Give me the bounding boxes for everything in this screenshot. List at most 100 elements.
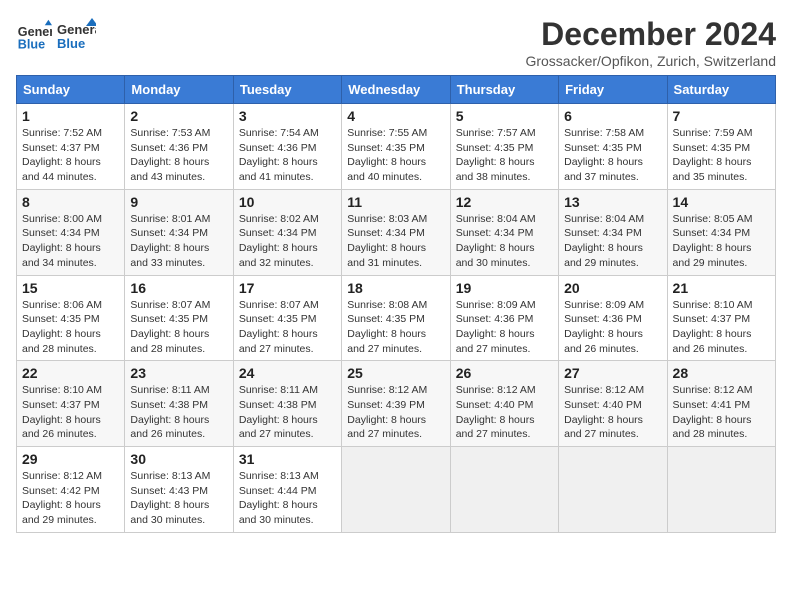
calendar-week-row: 1 Sunrise: 7:52 AM Sunset: 4:37 PM Dayli… [17, 104, 776, 190]
day-number: 13 [564, 194, 661, 210]
day-info: Sunrise: 8:12 AM Sunset: 4:40 PM Dayligh… [456, 383, 553, 442]
day-number: 7 [673, 108, 770, 124]
day-number: 21 [673, 280, 770, 296]
day-number: 28 [673, 365, 770, 381]
calendar-week-row: 29 Sunrise: 8:12 AM Sunset: 4:42 PM Dayl… [17, 447, 776, 533]
day-number: 11 [347, 194, 444, 210]
location-subtitle: Grossacker/Opfikon, Zurich, Switzerland [525, 53, 776, 69]
calendar-cell: 20 Sunrise: 8:09 AM Sunset: 4:36 PM Dayl… [559, 275, 667, 361]
calendar-header-thursday: Thursday [450, 76, 558, 104]
calendar-cell: 2 Sunrise: 7:53 AM Sunset: 4:36 PM Dayli… [125, 104, 233, 190]
calendar-cell: 14 Sunrise: 8:05 AM Sunset: 4:34 PM Dayl… [667, 189, 775, 275]
calendar-cell: 16 Sunrise: 8:07 AM Sunset: 4:35 PM Dayl… [125, 275, 233, 361]
calendar-header-tuesday: Tuesday [233, 76, 341, 104]
calendar-cell [450, 447, 558, 533]
calendar-cell: 11 Sunrise: 8:03 AM Sunset: 4:34 PM Dayl… [342, 189, 450, 275]
day-info: Sunrise: 8:12 AM Sunset: 4:42 PM Dayligh… [22, 469, 119, 528]
day-info: Sunrise: 8:09 AM Sunset: 4:36 PM Dayligh… [456, 298, 553, 357]
calendar-cell: 3 Sunrise: 7:54 AM Sunset: 4:36 PM Dayli… [233, 104, 341, 190]
logo-icon: General Blue [16, 18, 52, 54]
day-info: Sunrise: 8:03 AM Sunset: 4:34 PM Dayligh… [347, 212, 444, 271]
calendar-cell: 22 Sunrise: 8:10 AM Sunset: 4:37 PM Dayl… [17, 361, 125, 447]
day-info: Sunrise: 7:58 AM Sunset: 4:35 PM Dayligh… [564, 126, 661, 185]
calendar-cell: 29 Sunrise: 8:12 AM Sunset: 4:42 PM Dayl… [17, 447, 125, 533]
calendar-cell: 26 Sunrise: 8:12 AM Sunset: 4:40 PM Dayl… [450, 361, 558, 447]
day-info: Sunrise: 8:12 AM Sunset: 4:39 PM Dayligh… [347, 383, 444, 442]
month-title: December 2024 [525, 16, 776, 53]
day-number: 10 [239, 194, 336, 210]
day-number: 26 [456, 365, 553, 381]
calendar-cell: 15 Sunrise: 8:06 AM Sunset: 4:35 PM Dayl… [17, 275, 125, 361]
calendar-header-row: SundayMondayTuesdayWednesdayThursdayFrid… [17, 76, 776, 104]
day-info: Sunrise: 8:07 AM Sunset: 4:35 PM Dayligh… [239, 298, 336, 357]
day-number: 31 [239, 451, 336, 467]
calendar-cell: 4 Sunrise: 7:55 AM Sunset: 4:35 PM Dayli… [342, 104, 450, 190]
calendar-cell: 13 Sunrise: 8:04 AM Sunset: 4:34 PM Dayl… [559, 189, 667, 275]
day-info: Sunrise: 8:00 AM Sunset: 4:34 PM Dayligh… [22, 212, 119, 271]
day-number: 2 [130, 108, 227, 124]
calendar-cell: 27 Sunrise: 8:12 AM Sunset: 4:40 PM Dayl… [559, 361, 667, 447]
day-number: 1 [22, 108, 119, 124]
day-info: Sunrise: 8:12 AM Sunset: 4:41 PM Dayligh… [673, 383, 770, 442]
calendar-body: 1 Sunrise: 7:52 AM Sunset: 4:37 PM Dayli… [17, 104, 776, 533]
calendar-cell [342, 447, 450, 533]
day-number: 15 [22, 280, 119, 296]
calendar-cell [667, 447, 775, 533]
calendar-cell: 7 Sunrise: 7:59 AM Sunset: 4:35 PM Dayli… [667, 104, 775, 190]
day-number: 6 [564, 108, 661, 124]
day-number: 3 [239, 108, 336, 124]
day-info: Sunrise: 8:07 AM Sunset: 4:35 PM Dayligh… [130, 298, 227, 357]
day-number: 14 [673, 194, 770, 210]
day-number: 23 [130, 365, 227, 381]
calendar-cell: 9 Sunrise: 8:01 AM Sunset: 4:34 PM Dayli… [125, 189, 233, 275]
day-number: 24 [239, 365, 336, 381]
calendar-cell: 18 Sunrise: 8:08 AM Sunset: 4:35 PM Dayl… [342, 275, 450, 361]
day-info: Sunrise: 7:59 AM Sunset: 4:35 PM Dayligh… [673, 126, 770, 185]
day-number: 29 [22, 451, 119, 467]
day-number: 25 [347, 365, 444, 381]
page-header: General Blue General Blue December 2024 … [16, 16, 776, 69]
day-number: 17 [239, 280, 336, 296]
calendar-cell: 23 Sunrise: 8:11 AM Sunset: 4:38 PM Dayl… [125, 361, 233, 447]
calendar-header-sunday: Sunday [17, 76, 125, 104]
day-number: 5 [456, 108, 553, 124]
calendar-week-row: 22 Sunrise: 8:10 AM Sunset: 4:37 PM Dayl… [17, 361, 776, 447]
calendar-cell: 17 Sunrise: 8:07 AM Sunset: 4:35 PM Dayl… [233, 275, 341, 361]
day-info: Sunrise: 8:04 AM Sunset: 4:34 PM Dayligh… [564, 212, 661, 271]
svg-text:Blue: Blue [18, 38, 45, 52]
day-info: Sunrise: 8:05 AM Sunset: 4:34 PM Dayligh… [673, 212, 770, 271]
calendar-week-row: 8 Sunrise: 8:00 AM Sunset: 4:34 PM Dayli… [17, 189, 776, 275]
calendar-table: SundayMondayTuesdayWednesdayThursdayFrid… [16, 75, 776, 533]
day-info: Sunrise: 7:54 AM Sunset: 4:36 PM Dayligh… [239, 126, 336, 185]
calendar-header-saturday: Saturday [667, 76, 775, 104]
day-info: Sunrise: 7:57 AM Sunset: 4:35 PM Dayligh… [456, 126, 553, 185]
day-number: 20 [564, 280, 661, 296]
day-info: Sunrise: 8:11 AM Sunset: 4:38 PM Dayligh… [239, 383, 336, 442]
calendar-cell: 19 Sunrise: 8:09 AM Sunset: 4:36 PM Dayl… [450, 275, 558, 361]
day-info: Sunrise: 8:11 AM Sunset: 4:38 PM Dayligh… [130, 383, 227, 442]
day-info: Sunrise: 8:04 AM Sunset: 4:34 PM Dayligh… [456, 212, 553, 271]
day-number: 9 [130, 194, 227, 210]
calendar-header-wednesday: Wednesday [342, 76, 450, 104]
day-info: Sunrise: 8:09 AM Sunset: 4:36 PM Dayligh… [564, 298, 661, 357]
calendar-cell [559, 447, 667, 533]
day-info: Sunrise: 8:06 AM Sunset: 4:35 PM Dayligh… [22, 298, 119, 357]
day-number: 4 [347, 108, 444, 124]
day-number: 30 [130, 451, 227, 467]
day-number: 27 [564, 365, 661, 381]
day-info: Sunrise: 8:10 AM Sunset: 4:37 PM Dayligh… [22, 383, 119, 442]
day-info: Sunrise: 8:10 AM Sunset: 4:37 PM Dayligh… [673, 298, 770, 357]
day-number: 12 [456, 194, 553, 210]
day-info: Sunrise: 8:01 AM Sunset: 4:34 PM Dayligh… [130, 212, 227, 271]
day-number: 22 [22, 365, 119, 381]
day-number: 18 [347, 280, 444, 296]
day-info: Sunrise: 8:13 AM Sunset: 4:43 PM Dayligh… [130, 469, 227, 528]
calendar-cell: 5 Sunrise: 7:57 AM Sunset: 4:35 PM Dayli… [450, 104, 558, 190]
day-info: Sunrise: 7:55 AM Sunset: 4:35 PM Dayligh… [347, 126, 444, 185]
title-block: December 2024 Grossacker/Opfikon, Zurich… [525, 16, 776, 69]
day-info: Sunrise: 8:08 AM Sunset: 4:35 PM Dayligh… [347, 298, 444, 357]
calendar-header-monday: Monday [125, 76, 233, 104]
day-number: 19 [456, 280, 553, 296]
calendar-cell: 31 Sunrise: 8:13 AM Sunset: 4:44 PM Dayl… [233, 447, 341, 533]
calendar-cell: 24 Sunrise: 8:11 AM Sunset: 4:38 PM Dayl… [233, 361, 341, 447]
